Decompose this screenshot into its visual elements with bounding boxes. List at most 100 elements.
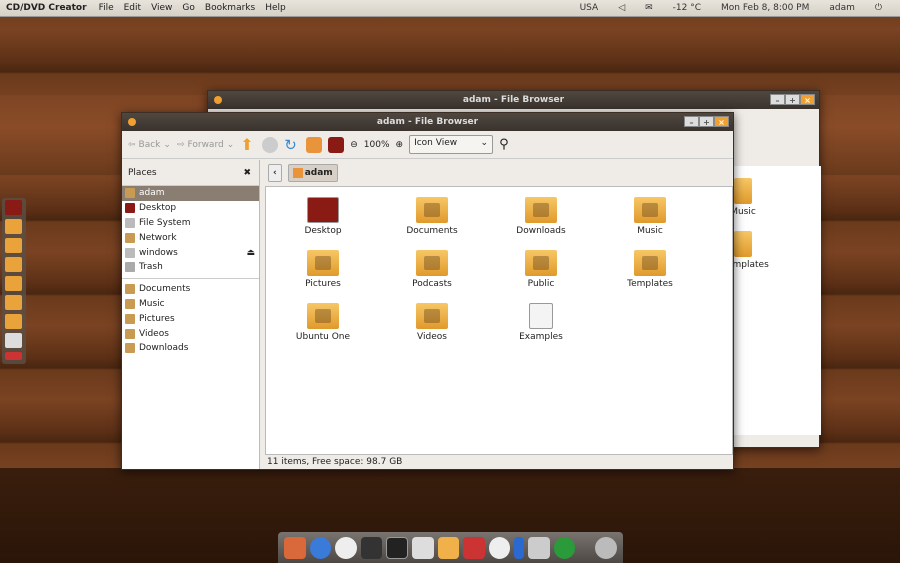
pictures-folder-icon[interactable] (5, 276, 22, 291)
music-folder-icon[interactable] (5, 257, 22, 272)
stop-icon[interactable] (262, 136, 279, 153)
file-manager-icon[interactable] (437, 536, 460, 559)
path-left-button[interactable]: ‹ (268, 164, 282, 182)
maximize-button[interactable]: + (699, 116, 714, 127)
folder-icon (307, 250, 339, 276)
file-item-label: Templates (627, 279, 673, 289)
power-icon[interactable]: ⏻ (875, 3, 882, 13)
reload-icon[interactable]: ↻ (284, 137, 300, 153)
menu-file[interactable]: File (99, 3, 114, 13)
folder-icon (525, 197, 557, 223)
clock[interactable]: Mon Feb 8, 8:00 PM (721, 3, 809, 13)
back-button[interactable]: ⇦ Back ⌄ (128, 140, 171, 150)
file-item-podcasts[interactable]: Podcasts (387, 250, 477, 289)
weather[interactable]: -12 °C (673, 3, 701, 13)
file-item-desktop[interactable]: Desktop (278, 197, 368, 236)
menu-help[interactable]: Help (265, 3, 286, 13)
minimize-button[interactable]: – (684, 116, 699, 127)
menu-view[interactable]: View (151, 3, 172, 13)
sidebar-item-downloads[interactable]: Downloads (122, 341, 259, 356)
anchor-icon[interactable] (284, 536, 306, 559)
file-item-videos[interactable]: Videos (387, 303, 477, 342)
file-item-label: Pictures (305, 279, 341, 289)
zoom-level[interactable]: 100% (364, 140, 390, 150)
file-item-public[interactable]: Public (496, 250, 586, 289)
file-item-label: Public (527, 279, 555, 289)
menu-edit[interactable]: Edit (124, 3, 141, 13)
menu-bookmarks[interactable]: Bookmarks (205, 3, 255, 13)
sidebar-item-windows[interactable]: windows ⏏ (122, 245, 259, 260)
home-folder-icon[interactable] (5, 219, 22, 234)
file-item-pictures[interactable]: Pictures (278, 250, 368, 289)
icon-grid: Desktop Documents Downloads Music Pictures Po… (265, 186, 733, 455)
search-icon[interactable]: ⚲ (499, 137, 509, 152)
b-icon[interactable] (335, 536, 357, 559)
user-menu[interactable]: adam (829, 3, 855, 13)
view-select[interactable]: Icon View ⌄ (409, 135, 494, 154)
computer-icon[interactable] (5, 200, 22, 215)
sidebar-item-music[interactable]: Music (122, 297, 259, 312)
file-browser-window: adam - File Browser – + × ⇦ Back ⌄ ⇨ Forwa… (121, 112, 734, 470)
keyboard-indicator[interactable]: USA (580, 3, 599, 13)
npr-icon[interactable] (5, 352, 22, 360)
chromium-icon[interactable] (309, 536, 332, 559)
user-icon[interactable] (595, 536, 617, 559)
folder-icon (634, 197, 666, 223)
zoom-out-icon[interactable]: ⊖ (350, 140, 358, 150)
zoom-in-icon[interactable]: ⊕ (396, 140, 404, 150)
sidebar-item-trash[interactable]: Trash (122, 260, 259, 275)
downloads-folder-icon[interactable] (5, 314, 22, 329)
sidebar-item-network[interactable]: Network (122, 230, 259, 245)
eject-icon[interactable]: ⏏ (246, 248, 255, 258)
sidebar-item-adam[interactable]: adam (122, 186, 259, 201)
volume-icon[interactable]: ◁ (618, 3, 625, 13)
trash-icon[interactable] (528, 536, 550, 559)
sidebar-item-videos[interactable]: Videos (122, 326, 259, 341)
battery-icon[interactable] (514, 536, 525, 559)
content-area: ‹ adam Desktop Documents Downloads Music Pict… (265, 160, 733, 455)
file-item-label: Podcasts (412, 279, 452, 289)
file-item-label: Documents (406, 226, 458, 236)
file-item-label: Desktop (304, 226, 342, 236)
up-icon[interactable]: ⬆ (240, 136, 256, 153)
close-sidebar-icon[interactable]: ✖ (243, 168, 251, 178)
drive-icon[interactable] (5, 333, 22, 348)
forward-button[interactable]: ⇨ Forward ⌄ (177, 140, 234, 150)
radar-icon[interactable] (553, 536, 576, 559)
videos-folder-icon[interactable] (5, 295, 22, 310)
app-name: CD/DVD Creator (6, 3, 87, 13)
clapper-icon[interactable] (360, 536, 383, 559)
top-panel: CD/DVD Creator File Edit View Go Bookmar… (0, 0, 900, 17)
mail-icon[interactable]: ✉ (645, 3, 653, 13)
file-item-examples[interactable]: Examples (496, 303, 586, 342)
computer-icon[interactable] (328, 136, 345, 153)
file-item-templates[interactable]: Templates (605, 250, 695, 289)
documents-folder-icon[interactable] (5, 238, 22, 253)
folder-icon (416, 303, 448, 329)
places-dropdown[interactable]: Places (128, 168, 157, 178)
file-item-label: Videos (417, 332, 447, 342)
path-button-adam[interactable]: adam (287, 164, 338, 182)
terminal-icon[interactable] (386, 536, 408, 559)
file-item-documents[interactable]: Documents (387, 197, 477, 236)
home-icon[interactable] (306, 136, 323, 153)
folder-icon (307, 197, 339, 223)
sidebar: Places ✖ adam Desktop File System Network… (122, 160, 260, 469)
file-item-label: Music (637, 226, 663, 236)
gmail-icon[interactable] (463, 536, 485, 559)
file-item-downloads[interactable]: Downloads (496, 197, 586, 236)
status-bar: 11 items, Free space: 98.7 GB (267, 457, 403, 467)
mail-icon[interactable] (412, 536, 434, 559)
side-launcher (2, 198, 26, 364)
sidebar-item-pictures[interactable]: Pictures (122, 311, 259, 326)
menu-go[interactable]: Go (182, 3, 194, 13)
file-item-ubuntu-one[interactable]: Ubuntu One (278, 303, 368, 342)
sidebar-item-file-system[interactable]: File System (122, 216, 259, 231)
folder-icon (307, 303, 339, 329)
folder-icon (634, 250, 666, 276)
clock-icon[interactable] (488, 536, 511, 559)
sidebar-item-documents[interactable]: Documents (122, 282, 259, 297)
file-item-music[interactable]: Music (605, 197, 695, 236)
close-button[interactable]: × (714, 116, 729, 127)
sidebar-item-desktop[interactable]: Desktop (122, 201, 259, 216)
